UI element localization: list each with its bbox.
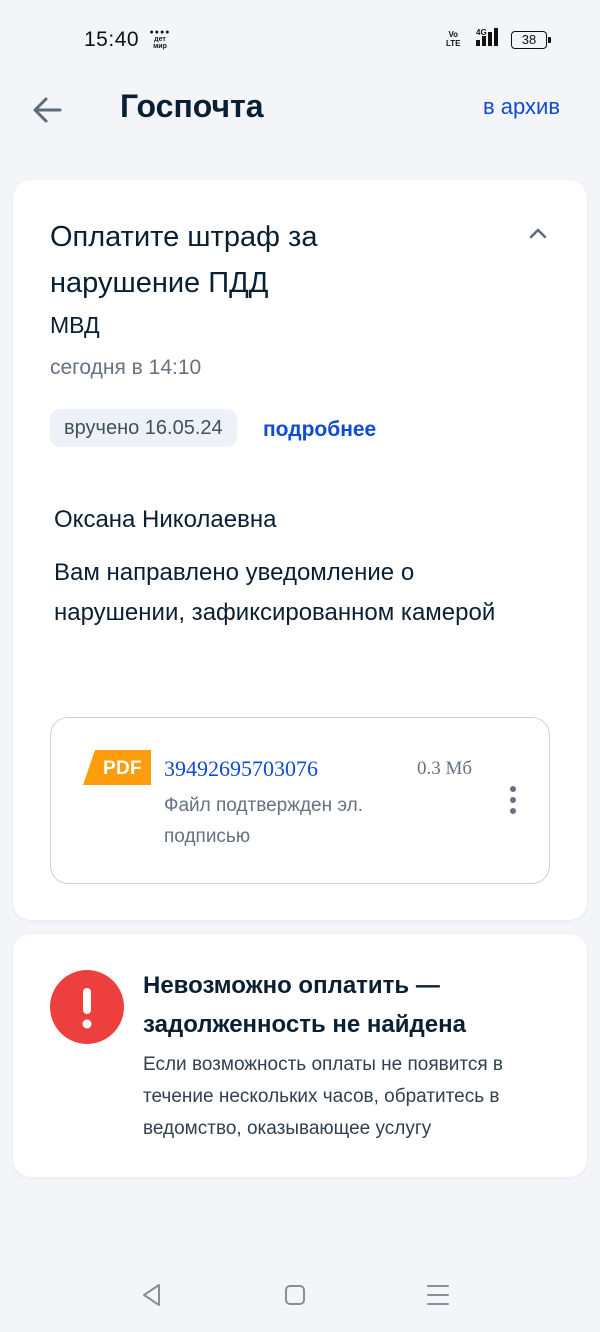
volte-icon: Vo LTE bbox=[446, 30, 461, 48]
attachment-size: 0.3 Мб bbox=[417, 758, 473, 779]
message-text: Вам направлено уведомление о нарушении, … bbox=[54, 559, 496, 626]
message-sender: МВД bbox=[50, 312, 100, 338]
message-card: Оплатите штраф за нарушение ПДД МВД сего… bbox=[13, 180, 587, 920]
triangle-back-icon[interactable] bbox=[137, 1280, 167, 1310]
status-bar: 15:40 ●●●● дет мир Vo LTE 4G 38 bbox=[0, 0, 600, 80]
delivered-badge: вручено 16.05.24 bbox=[50, 409, 237, 447]
battery-icon: 38 bbox=[511, 31, 551, 49]
more-vertical-icon[interactable] bbox=[503, 784, 523, 818]
error-title: Невозможно оплатить — задолженность не н… bbox=[143, 972, 466, 1038]
hamburger-menu-icon[interactable] bbox=[423, 1280, 453, 1310]
error-text: Если возможность оплаты не появится в те… bbox=[143, 1054, 504, 1139]
back-arrow-icon bbox=[33, 97, 62, 123]
attachment-file[interactable]: PDF 39492695703076 0.3 Мб Файл подтвержд… bbox=[50, 717, 550, 884]
chevron-up-icon[interactable] bbox=[527, 222, 549, 244]
signature-note: Файл подтвержден эл. подписью bbox=[164, 795, 364, 847]
back-button[interactable] bbox=[28, 90, 68, 130]
archive-link[interactable]: в архив bbox=[483, 94, 560, 120]
message-date: сегодня в 14:10 bbox=[50, 356, 202, 379]
details-link[interactable]: подробнее bbox=[263, 418, 376, 442]
exclamation-circle-icon bbox=[50, 970, 124, 1044]
pdf-label: PDF bbox=[103, 758, 142, 779]
signal-icon: 4G bbox=[470, 28, 502, 48]
app-header: Госпочта в архив bbox=[0, 80, 600, 140]
attachment-name[interactable]: 39492695703076 bbox=[164, 756, 318, 782]
system-nav-bar bbox=[0, 1262, 600, 1332]
page-title: Госпочта bbox=[120, 88, 264, 124]
recipient-name: Оксана Николаевна bbox=[54, 506, 277, 533]
square-home-icon[interactable] bbox=[280, 1280, 310, 1310]
message-title: Оплатите штраф за нарушение ПДД bbox=[50, 221, 318, 299]
app-notification-icon: ●●●● дет мир bbox=[149, 29, 171, 50]
payment-error-card: Невозможно оплатить — задолженность не н… bbox=[13, 934, 587, 1177]
status-time: 15:40 bbox=[84, 28, 140, 51]
